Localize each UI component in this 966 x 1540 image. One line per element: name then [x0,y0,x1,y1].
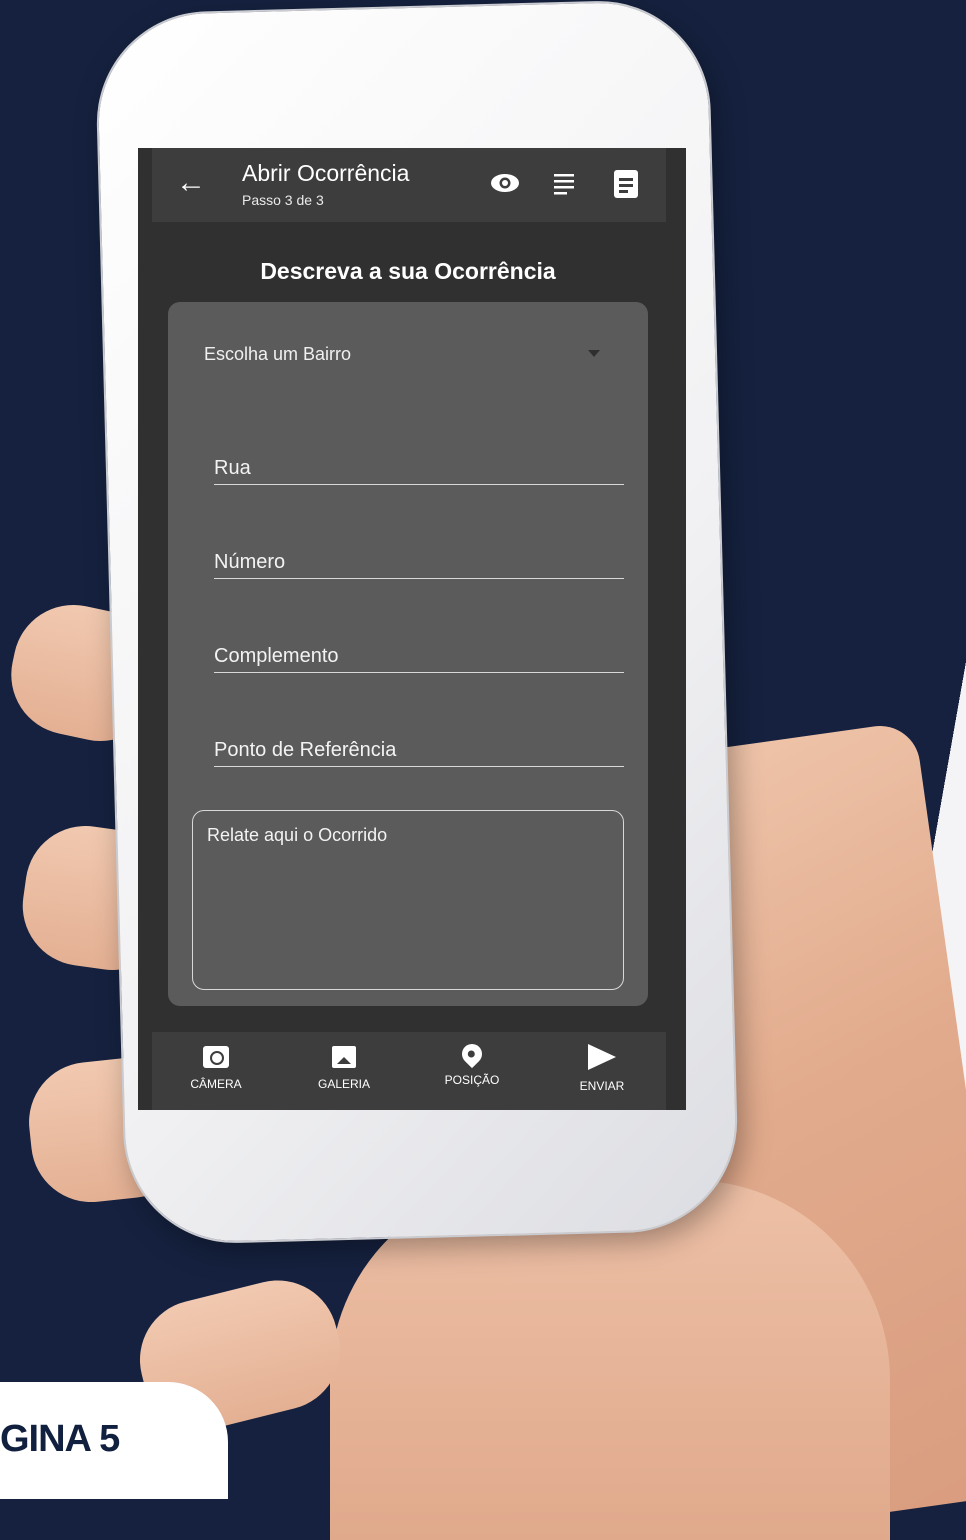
send-icon [588,1044,616,1070]
referencia-field[interactable]: Ponto de Referência [214,732,624,767]
complemento-field[interactable]: Complemento [214,638,624,673]
numero-placeholder: Número [214,551,286,573]
phone-screen: ← Abrir Ocorrência Passo 3 de 3 Descreva… [138,148,686,1110]
rua-field[interactable]: Rua [214,450,624,485]
app-bar-subtitle: Passo 3 de 3 [242,192,324,208]
nav-camera[interactable]: CÂMERA [166,1042,266,1091]
bairro-select[interactable]: Escolha um Bairro [204,344,351,365]
gallery-icon [332,1046,356,1068]
nav-galeria[interactable]: GALERIA [294,1042,394,1091]
document-icon[interactable] [614,170,638,198]
camera-icon [203,1046,229,1068]
app-bar-title: Abrir Ocorrência [242,160,410,186]
page-heading: Descreva a sua Ocorrência [260,258,556,284]
complemento-placeholder: Complemento [214,645,339,667]
referencia-placeholder: Ponto de Referência [214,739,397,761]
numero-field[interactable]: Número [214,544,624,579]
list-icon[interactable] [554,172,576,196]
page-tag-text: GINA 5 [0,1418,120,1460]
form-card: Escolha um Bairro Rua Número Complemento… [168,302,648,1006]
bottom-nav: CÂMERA GALERIA POSIÇÃO ENVIAR [152,1032,666,1110]
page-tag: GINA 5 [0,1382,228,1499]
arrow-left-icon[interactable]: ← [176,166,206,200]
nav-enviar-label: ENVIAR [579,1079,625,1093]
eye-icon[interactable] [490,172,520,194]
dropdown-arrow-icon[interactable] [588,350,600,357]
relato-textarea[interactable]: Relate aqui o Ocorrido [192,810,624,990]
nav-posicao-label: POSIÇÃO [444,1073,500,1087]
location-pin-icon [457,1039,487,1069]
nav-enviar[interactable]: ENVIAR [552,1042,652,1093]
nav-galeria-label: GALERIA [317,1077,371,1091]
rua-placeholder: Rua [214,457,251,479]
relato-placeholder: Relate aqui o Ocorrido [207,825,388,845]
app-bar: ← Abrir Ocorrência Passo 3 de 3 [152,148,666,222]
nav-posicao[interactable]: POSIÇÃO [422,1039,522,1087]
nav-camera-label: CÂMERA [190,1077,242,1091]
